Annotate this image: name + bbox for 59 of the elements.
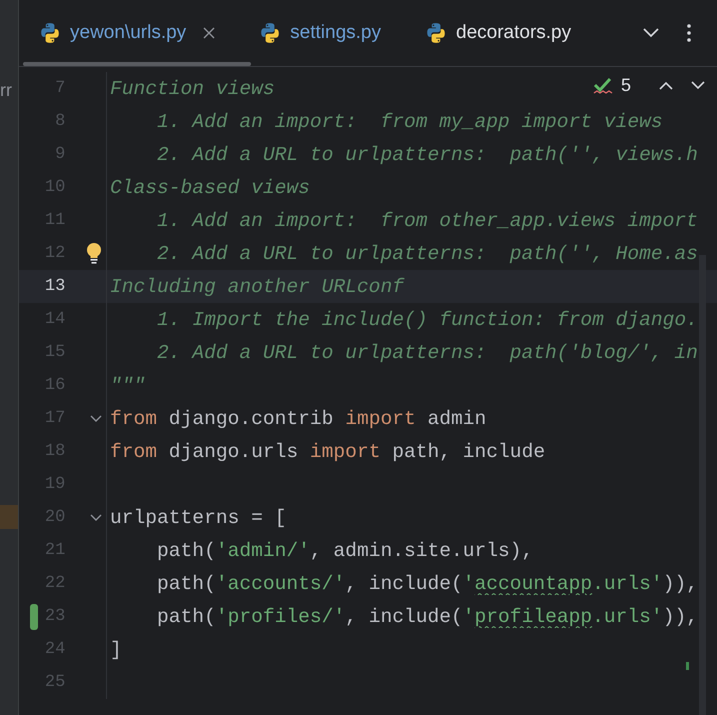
inspection-count: 5 [620,75,631,96]
code-string: 'admin/' [216,540,310,562]
code-string: accountapp [474,572,592,594]
code-text: path( [156,606,216,628]
highlight-marker [0,505,18,529]
lightbulb-icon[interactable] [86,242,102,264]
code-string: .urls' [592,572,663,594]
code-comment: Including another URLconf [110,276,404,298]
code-string: .urls' [592,606,663,628]
code-comment: 1. Add an import: from my_app import views [156,110,663,132]
code-string: 'profiles/' [216,606,346,628]
code-comment: 2. Add a URL to urlpatterns: path('', Home.as [156,242,698,264]
code-comment: Class-based views [110,176,310,198]
code-text: ] [110,638,122,660]
code-text: urlpatterns = [ [110,506,286,528]
check-icon[interactable] [592,76,613,94]
editor-tab[interactable]: decorators.py [425,0,586,66]
tab-scrollbar[interactable] [23,62,251,66]
code-text: django.urls [168,440,300,462]
code-string: ' [462,606,475,628]
code-text: path( [156,572,216,594]
python-icon [259,22,282,44]
line-number: 13 [44,277,66,296]
fold-icon[interactable] [90,514,102,522]
code-comment: Function views [110,78,275,100]
code-comment: 2. Add a URL to urlpatterns: path('', views.h [156,144,698,166]
editor-tab[interactable]: yewon\urls.py [39,0,230,66]
fold-icon[interactable] [90,414,102,422]
code-text: , include( [345,572,463,594]
side-panel-text: rr [0,80,12,101]
code-text: django.contrib [168,408,334,430]
code-text: path, include [391,440,546,462]
code-comment: 1. Add an import: from other_app.views import [156,210,698,232]
python-icon [425,22,447,44]
code-comment: 1. Import the include() function: from django. [156,308,698,330]
code-text: admin [426,408,486,430]
change-marker[interactable] [30,604,38,630]
code-text: )), [662,606,698,628]
code-string: 'accounts/' [216,572,346,594]
chevron-up-icon[interactable] [659,81,673,90]
chevron-down-icon[interactable] [643,28,659,38]
close-icon[interactable] [203,27,216,39]
code-keyword: import [345,408,416,430]
code-keyword: import [310,440,380,462]
code-string: profileapp [474,606,592,628]
code-keyword: from [110,440,158,462]
code-text: )), [662,572,698,594]
editor-tab[interactable]: settings.py [259,0,395,66]
code-text: , admin.site.urls), [310,540,534,562]
change-stripe [686,662,689,670]
code-keyword: from [110,408,158,430]
code-comment: """ [110,374,146,396]
code-text: path( [156,540,216,562]
chevron-down-icon[interactable] [691,81,705,90]
code-text: , include( [345,606,463,628]
python-icon [39,22,61,44]
more-icon[interactable] [687,24,691,42]
code-string: ' [462,572,475,594]
code-comment: 2. Add a URL to urlpatterns: path('blog/', in [156,342,698,364]
